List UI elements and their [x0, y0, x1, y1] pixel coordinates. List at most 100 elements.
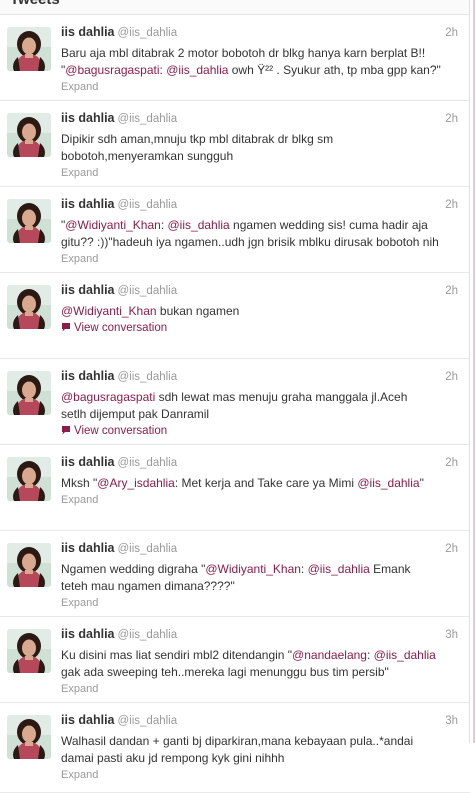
expand-link[interactable]: Expand [61, 493, 458, 507]
user-name[interactable]: iis dahlia [61, 455, 115, 469]
view-conversation-link[interactable]: View conversation [61, 424, 458, 439]
tweet-text-segment: Mksh " [61, 476, 98, 490]
mention-link[interactable]: @Ary_isdahlia [97, 476, 175, 490]
tweet-text: @Widiyanti_Khan bukan ngamen [61, 303, 458, 320]
screen-name[interactable]: @iis_dahlia [118, 629, 178, 641]
tweet-item[interactable]: iis dahlia @iis_dahlia "@Widiyanti_Khan: @… [0, 187, 470, 273]
tweet-text-segment: gak ada sweeping teh..mereka lagi menung… [61, 665, 389, 679]
expand-link[interactable]: Expand [61, 682, 458, 696]
avatar[interactable] [7, 285, 51, 329]
expand-link[interactable]: Expand [61, 166, 458, 180]
expand-link[interactable]: Expand [61, 252, 458, 266]
tweet-text-line: setlh dijemput pak Danramil [61, 406, 458, 423]
tweet-timestamp[interactable]: 2h [445, 543, 458, 555]
screen-name[interactable]: @iis_dahlia [118, 715, 178, 727]
mention-link[interactable]: @bagusragaspati [61, 390, 155, 404]
tweet-text-segment: : [300, 562, 308, 576]
avatar[interactable] [7, 715, 51, 759]
tweet-item[interactable]: iis dahlia @iis_dahlia Dipikir sdh aman,mn… [0, 101, 470, 187]
mention-link[interactable]: @iis_dahlia [168, 218, 230, 232]
screen-name[interactable]: @iis_dahlia [118, 371, 178, 383]
mention-link[interactable]: @Widiyanti_Khan [61, 304, 157, 318]
user-name[interactable]: iis dahlia [61, 713, 115, 727]
tweet-text: "@Widiyanti_Khan: @iis_dahlia ngamen wed… [61, 217, 458, 251]
timeline-title: Tweets [10, 0, 60, 8]
avatar[interactable] [7, 543, 51, 587]
avatar[interactable] [7, 629, 51, 673]
tweet-item[interactable]: iis dahlia @iis_dahlia Ku disini mas liat … [0, 617, 470, 703]
tweet-timestamp[interactable]: 2h [445, 457, 458, 469]
tweet-text: Ku disini mas liat sendiri mbl2 ditendan… [61, 647, 458, 681]
tweet-text: Baru aja mbl ditabrak 2 motor bobotoh dr… [61, 45, 458, 79]
mention-link[interactable]: @Widiyanti_Khan [205, 562, 301, 576]
tweet-timestamp[interactable]: 2h [445, 371, 458, 383]
tweet-timestamp[interactable]: 2h [445, 285, 458, 297]
tweet-item[interactable]: iis dahlia @iis_dahlia Mksh "@Ary_isdahlia… [0, 445, 470, 531]
tweet-item[interactable]: iis dahlia @iis_dahlia Ngamen wedding digr… [0, 531, 470, 617]
tweet-text-line: gitu?? :))"hadeuh iya ngamen..udh jgn br… [61, 234, 458, 251]
tweet-text-line: Baru aja mbl ditabrak 2 motor bobotoh dr… [61, 45, 458, 62]
mention-link[interactable]: @iis_dahlia [357, 476, 419, 490]
tweet-content: iis dahlia @iis_dahlia Baru aja mbl ditabr… [61, 25, 458, 94]
tweet-timestamp[interactable]: 2h [445, 199, 458, 211]
screen-name[interactable]: @iis_dahlia [118, 285, 178, 297]
mention-link[interactable]: @bagusragaspati [65, 63, 159, 77]
tweet-timestamp[interactable]: 2h [445, 113, 458, 125]
tweet-content: iis dahlia @iis_dahlia Dipikir sdh aman,mn… [61, 111, 458, 180]
tweet-text-line: Ku disini mas liat sendiri mbl2 ditendan… [61, 647, 458, 664]
screen-name[interactable]: @iis_dahlia [118, 457, 178, 469]
screen-name[interactable]: @iis_dahlia [118, 27, 178, 39]
tweet-timestamp[interactable]: 3h [445, 715, 458, 727]
avatar[interactable] [7, 457, 51, 501]
tweet-item[interactable]: iis dahlia @iis_dahlia Baru aja mbl ditabr… [0, 15, 470, 101]
mention-link[interactable]: @iis_dahlia [308, 562, 370, 576]
screen-name[interactable]: @iis_dahlia [118, 113, 178, 125]
tweet-text-segment: sdh lewat mas menuju graha manggala jl.A… [155, 390, 408, 404]
tweet-content: iis dahlia @iis_dahlia "@Widiyanti_Khan: @… [61, 197, 458, 266]
tweet-text-segment: Dipikir sdh aman,mnuju tkp mbl ditabrak … [61, 132, 334, 146]
tweet-header: iis dahlia @iis_dahlia [61, 541, 458, 557]
tweet-item[interactable]: iis dahlia @iis_dahlia @Widiyanti_Khan buk… [0, 273, 470, 359]
tweet-text-line: "@bagusragaspati: @iis_dahlia owh Ÿ²² . … [61, 62, 458, 79]
tweet-item[interactable]: iis dahlia @iis_dahlia @bagusragaspati sdh… [0, 359, 470, 445]
user-name[interactable]: iis dahlia [61, 111, 115, 125]
avatar[interactable] [7, 371, 51, 415]
tweet-text-segment: Walhasil dandan + ganti bj diparkiran,ma… [61, 734, 414, 748]
tweet-item[interactable]: iis dahlia @iis_dahlia Walhasil dandan + g… [0, 703, 470, 793]
tweet-text-line: Ngamen wedding digraha "@Widiyanti_Khan:… [61, 561, 458, 578]
mention-link[interactable]: @iis_dahlia [166, 63, 228, 77]
mention-link[interactable]: @nandaelang [292, 648, 367, 662]
avatar[interactable] [7, 27, 51, 71]
user-name[interactable]: iis dahlia [61, 541, 115, 555]
tweet-text-segment: : [366, 648, 374, 662]
user-name[interactable]: iis dahlia [61, 369, 115, 383]
tweet-text: @bagusragaspati sdh lewat mas menuju gra… [61, 389, 458, 423]
view-conversation-link[interactable]: View conversation [61, 321, 458, 336]
user-name[interactable]: iis dahlia [61, 197, 115, 211]
screen-name[interactable]: @iis_dahlia [118, 543, 178, 555]
tweet-content: iis dahlia @iis_dahlia Ku disini mas liat … [61, 627, 458, 696]
tweet-header: iis dahlia @iis_dahlia [61, 25, 458, 41]
tweet-text: Walhasil dandan + ganti bj diparkiran,ma… [61, 733, 458, 767]
expand-link[interactable]: Expand [61, 80, 458, 94]
expand-link[interactable]: Expand [61, 596, 458, 610]
user-name[interactable]: iis dahlia [61, 283, 115, 297]
speech-bubble-icon [61, 425, 72, 439]
tweet-content: iis dahlia @iis_dahlia Mksh "@Ary_isdahlia… [61, 455, 458, 507]
expand-link[interactable]: Expand [61, 768, 458, 782]
avatar[interactable] [7, 113, 51, 157]
tweet-timeline: iis dahlia @iis_dahlia Baru aja mbl ditabr… [0, 15, 470, 793]
screen-name[interactable]: @iis_dahlia [118, 199, 178, 211]
tweet-text-segment: setlh dijemput pak Danramil [61, 407, 210, 421]
tweet-text-line: teteh mau ngamen dimana????" [61, 578, 458, 595]
mention-link[interactable]: @iis_dahlia [374, 648, 436, 662]
user-name[interactable]: iis dahlia [61, 25, 115, 39]
user-name[interactable]: iis dahlia [61, 627, 115, 641]
mention-link[interactable]: @Widiyanti_Khan [65, 218, 161, 232]
tweet-timestamp[interactable]: 2h [445, 27, 458, 39]
avatar[interactable] [7, 199, 51, 243]
page-border [469, 0, 476, 743]
tweet-text-segment: Baru aja mbl ditabrak 2 motor bobotoh dr… [61, 46, 426, 60]
tweet-text-segment: teteh mau ngamen dimana????" [61, 579, 235, 593]
tweet-timestamp[interactable]: 3h [445, 629, 458, 641]
